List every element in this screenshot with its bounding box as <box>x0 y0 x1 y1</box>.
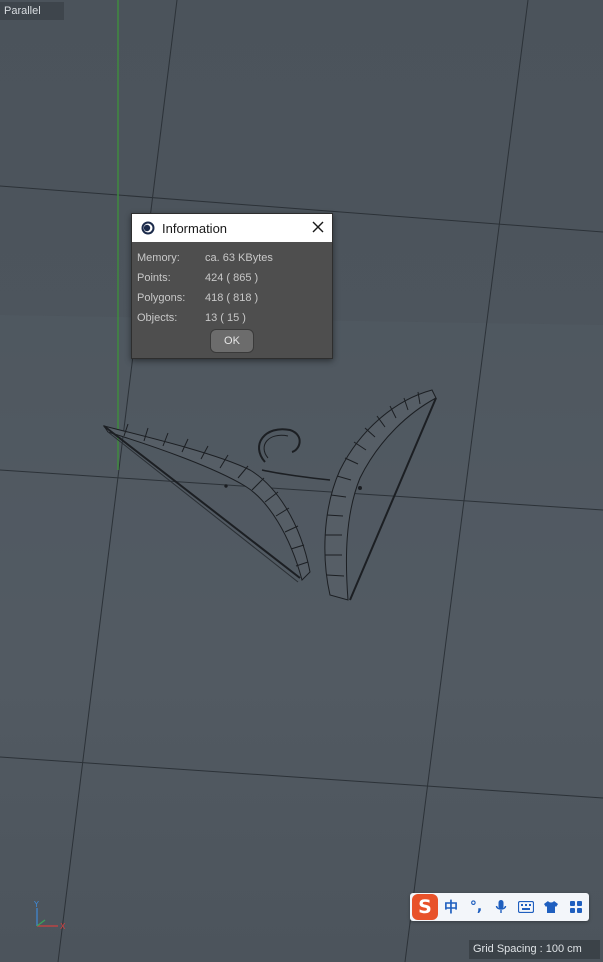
view-mode-label[interactable]: Parallel <box>0 2 64 20</box>
axis-gizmo: Y X <box>33 900 66 931</box>
cinema4d-logo-icon <box>141 221 155 235</box>
keyboard-icon[interactable] <box>514 895 538 919</box>
microphone-icon[interactable] <box>489 895 513 919</box>
ime-toolbar[interactable]: S 中 °, <box>410 893 589 921</box>
ok-button[interactable]: OK <box>210 329 254 353</box>
info-value: 418 ( 818 ) <box>205 292 259 304</box>
info-label: Points: <box>137 272 171 284</box>
info-label: Memory: <box>137 252 180 264</box>
dialog-titlebar[interactable]: Information <box>132 214 332 242</box>
info-row-polygons: Polygons: 418 ( 818 ) <box>132 288 332 308</box>
info-row-points: Points: 424 ( 865 ) <box>132 268 332 288</box>
info-value: 424 ( 865 ) <box>205 272 259 284</box>
hanger-wireframe-model <box>102 389 437 601</box>
info-label: Polygons: <box>137 292 186 304</box>
shirt-icon[interactable] <box>539 895 563 919</box>
dialog-title: Information <box>162 220 228 236</box>
punctuation-button[interactable]: °, <box>464 895 488 919</box>
info-value: 13 ( 15 ) <box>205 312 246 324</box>
info-value: ca. 63 KBytes <box>205 252 273 264</box>
input-mode-button[interactable]: 中 <box>439 895 463 919</box>
y-axis-label: Y <box>33 900 39 909</box>
grid-spacing-readout: Grid Spacing : 100 cm <box>469 940 600 959</box>
information-dialog: Information Memory: ca. 63 KBytes Points… <box>131 213 333 359</box>
info-table: Memory: ca. 63 KBytes Points: 424 ( 865 … <box>132 242 332 328</box>
3d-viewport[interactable]: Parallel Information Memory: ca. 63 KByt… <box>0 0 603 962</box>
close-icon[interactable] <box>310 219 326 235</box>
sogou-logo-icon[interactable]: S <box>412 894 438 920</box>
info-row-memory: Memory: ca. 63 KBytes <box>132 248 332 268</box>
info-row-objects: Objects: 13 ( 15 ) <box>132 308 332 328</box>
info-label: Objects: <box>137 312 178 324</box>
grid-apps-icon[interactable] <box>564 895 588 919</box>
z-axis-line <box>36 919 46 927</box>
x-axis-label: X <box>60 922 66 931</box>
